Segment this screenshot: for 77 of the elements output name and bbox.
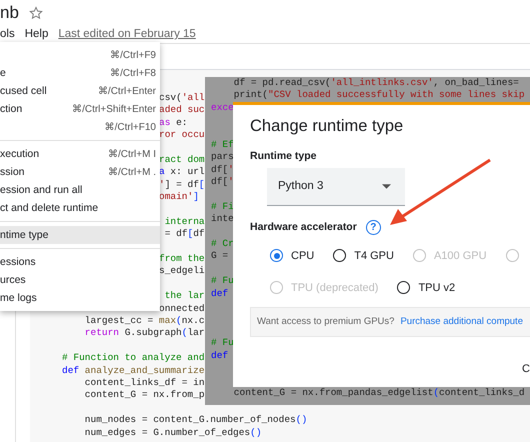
code-line: # Function to analyze and xyxy=(62,352,205,365)
code-line: def analyze_and_summarize xyxy=(62,364,205,377)
menu-item[interactable]: ⌘/Ctrl+F9 xyxy=(0,46,160,64)
menu-bar-item[interactable]: ols xyxy=(0,28,15,40)
code-line: print("CSV loaded successfully with some lines skip xyxy=(232,89,525,102)
radio-button[interactable] xyxy=(270,249,283,262)
star-icon[interactable] xyxy=(28,6,43,20)
keyboard-shortcut: ⌘/Ctrl+F10 xyxy=(104,121,156,133)
code-line: omain'] xyxy=(159,191,199,204)
code-line: # Ef xyxy=(211,138,234,152)
field-label: Hardware accelerator xyxy=(250,221,357,234)
code-line: ror occu xyxy=(159,129,205,142)
help-icon[interactable]: ? xyxy=(366,220,381,235)
dialog-title: Change runtime type xyxy=(250,116,404,136)
code-line: s_edgeli xyxy=(159,265,205,278)
menu-item[interactable]: me logs xyxy=(0,289,160,307)
last-edited-link[interactable]: Last edited on February 15 xyxy=(58,28,196,40)
dialog-button[interactable]: C xyxy=(522,362,530,375)
keyboard-shortcut: ⌘/Ctrl+Shift+Enter xyxy=(72,103,156,115)
menu-item[interactable]: ssion ⌘/Ctrl+M . xyxy=(0,163,160,181)
menu-item[interactable]: urces xyxy=(0,271,160,289)
code-line: aded suc xyxy=(159,104,205,117)
code-line: # Cr xyxy=(211,238,234,250)
code-line: df = pd.read_csv('all_intlinks.csv', on_bad_lines= xyxy=(232,77,519,90)
code-line: df[' xyxy=(211,164,234,176)
code-line: content_links_df = in xyxy=(84,376,205,390)
code-line: exce xyxy=(211,102,234,114)
menu-item[interactable]: cused cell ⌘/Ctrl+Enter xyxy=(0,82,160,100)
notebook-title: nb xyxy=(0,2,19,22)
radio-label[interactable]: CPU xyxy=(291,250,314,262)
keyboard-shortcut: ⌘/Ctrl+Enter xyxy=(98,85,156,97)
menu-item[interactable]: ession and run all xyxy=(0,181,160,199)
keyboard-shortcut: ⌘/Ctrl+F8 xyxy=(110,67,156,79)
code-line: '] = df[ xyxy=(159,178,205,192)
code-line: onnected xyxy=(159,302,205,316)
code-line: content_G = nx.from_pandas_edgelist(content_links_d xyxy=(232,386,525,400)
code-line: = df[df xyxy=(164,228,205,241)
menu-item[interactable]: e ⌘/Ctrl+F8 xyxy=(0,64,160,82)
keyboard-shortcut: ⌘/Ctrl+F9 xyxy=(110,49,156,61)
code-line: from the xyxy=(159,253,205,266)
radio-label[interactable]: TPU v2 xyxy=(418,282,456,294)
keyboard-shortcut: ⌘/Ctrl+M . xyxy=(108,166,156,178)
code-line: num_edges = G.number_of_edges() xyxy=(84,426,262,439)
code-line: # Fu xyxy=(211,275,234,288)
caret-icon xyxy=(382,184,391,189)
code-line: csv('all xyxy=(159,92,205,104)
code-line: the lar xyxy=(164,290,205,303)
code-line: ract dom xyxy=(159,154,205,166)
code-line: df[' xyxy=(211,176,234,189)
code-line: pars xyxy=(211,151,234,164)
code-line: def xyxy=(211,350,228,362)
code-line: return G.subgraph(lar xyxy=(84,327,205,340)
menu-item[interactable]: ction ⌘/Ctrl+Shift+Enter xyxy=(0,100,160,118)
code-line: interna xyxy=(164,216,205,228)
code-line: G = xyxy=(211,250,228,263)
menu-item[interactable]: ct and delete runtime xyxy=(0,199,160,217)
menu-item[interactable]: essions xyxy=(0,253,160,271)
code-line: num_nodes = content_G.number_of_nodes() xyxy=(84,414,308,427)
field-label: Runtime type xyxy=(250,150,318,162)
purchase-link[interactable]: Purchase additional compute xyxy=(400,316,523,328)
radio-label[interactable]: T4 GPU xyxy=(354,250,394,262)
runtime-type-select[interactable]: Python 3 xyxy=(267,168,405,206)
radio-button[interactable] xyxy=(397,281,410,294)
keyboard-shortcut: ⌘/Ctrl+M I xyxy=(108,148,156,160)
code-line: # Fi xyxy=(211,200,234,214)
code-line: def xyxy=(211,288,228,300)
menu-item[interactable]: ntime type xyxy=(0,226,160,244)
premium-text: Want access to premium GPUs? xyxy=(257,316,394,328)
code-line: content_G = nx.from_p xyxy=(84,389,205,402)
radio-button[interactable] xyxy=(333,249,346,262)
code-line: # Fu xyxy=(211,337,234,350)
code-line: as e: xyxy=(159,116,188,130)
menu-item[interactable]: xecution ⌘/Ctrl+M I xyxy=(0,145,160,163)
code-line: inte xyxy=(211,213,234,226)
menu-item[interactable]: ⌘/Ctrl+F10 xyxy=(0,118,160,136)
code-line: largest_cc = max(nx.c xyxy=(84,315,205,328)
menu-bar-item[interactable]: Help xyxy=(24,28,48,40)
